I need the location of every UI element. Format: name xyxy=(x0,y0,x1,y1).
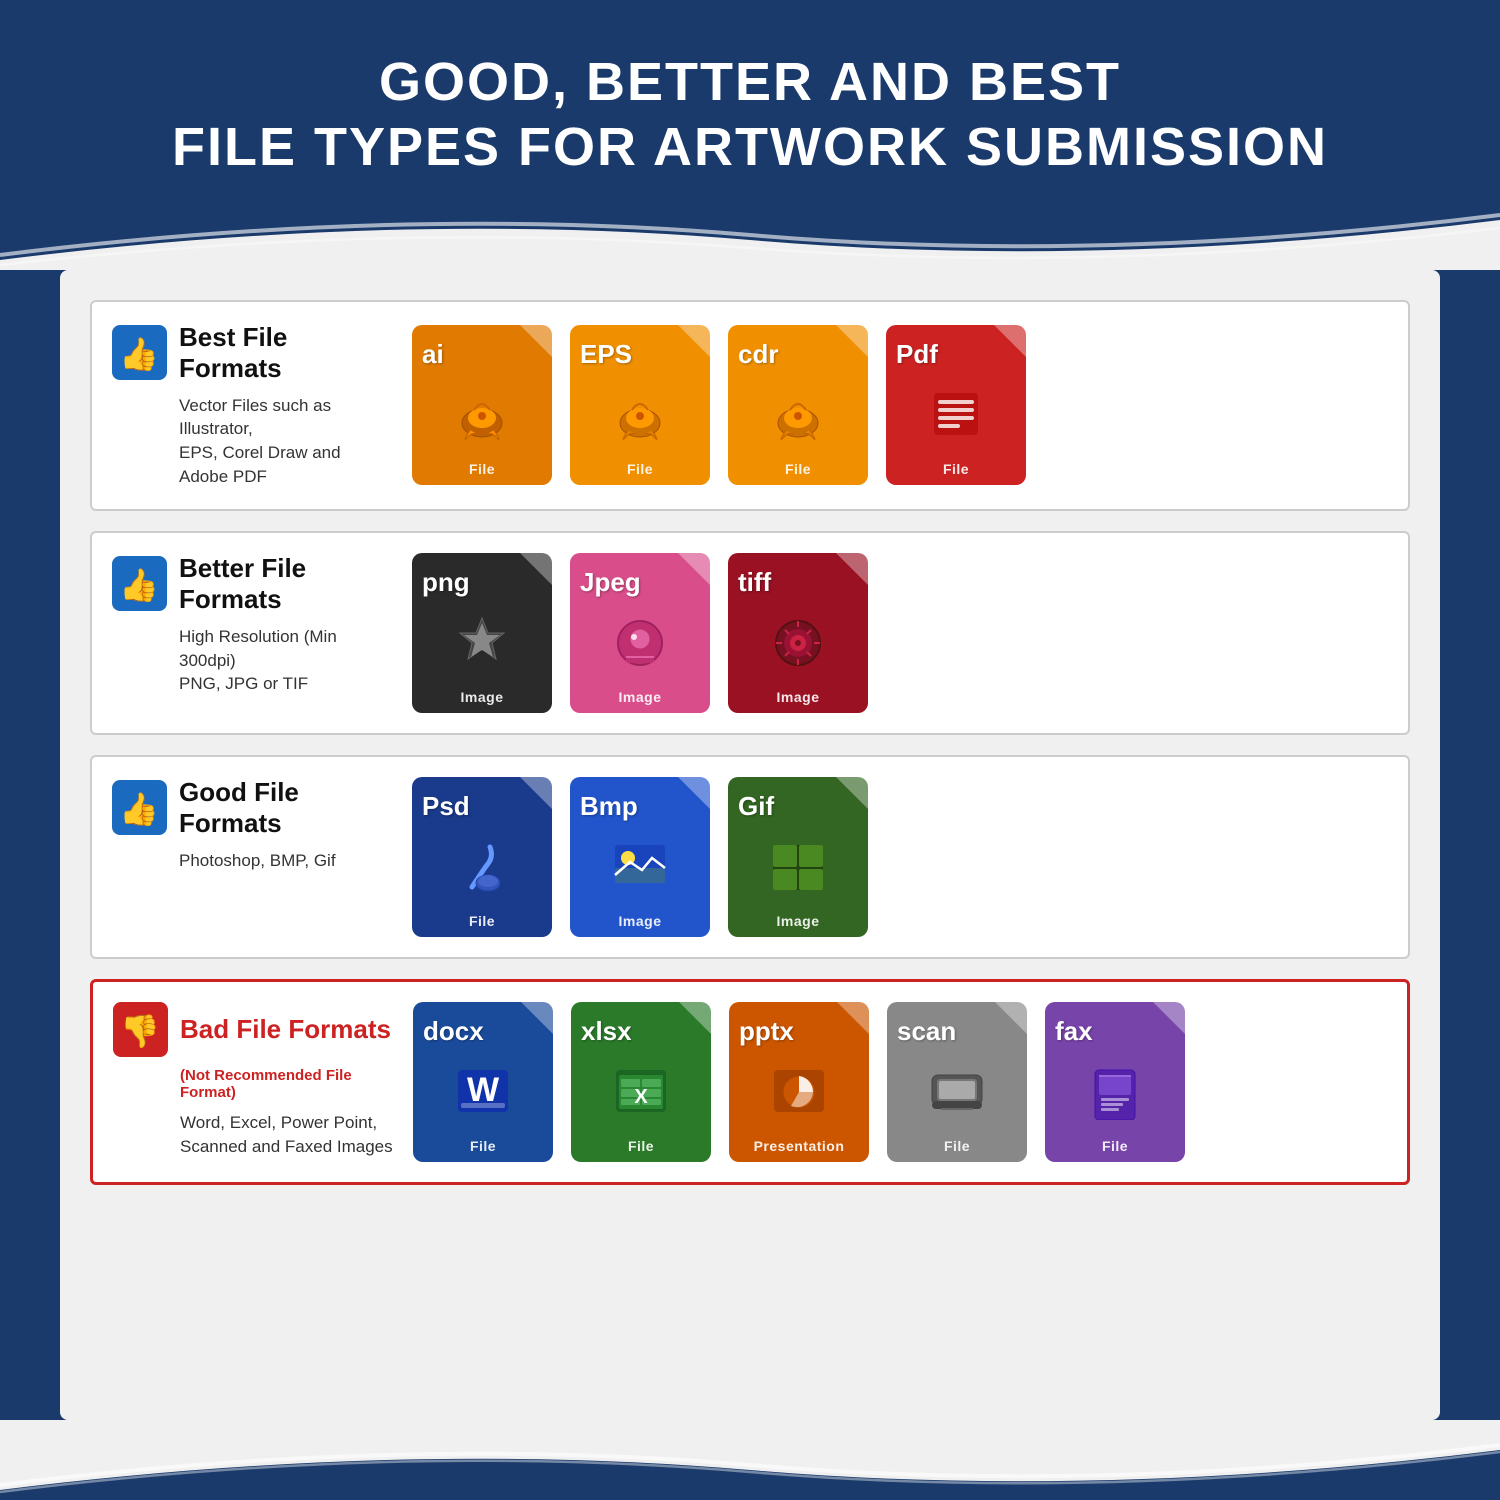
bad-section-row: 👎 Bad File Formats (Not Recommended File… xyxy=(90,979,1410,1185)
xlsx-symbol: X xyxy=(611,1047,671,1138)
scan-symbol xyxy=(927,1047,987,1138)
good-section-row: 👍 Good File Formats Photoshop, BMP, Gif … xyxy=(90,755,1410,959)
best-desc: Vector Files such as Illustrator,EPS, Co… xyxy=(179,394,392,489)
bottom-swoosh xyxy=(0,1420,1500,1500)
file-icon-pptx: pptx Presentation xyxy=(729,1002,869,1162)
cdr-symbol xyxy=(768,370,828,461)
good-label-area: 👍 Good File Formats Photoshop, BMP, Gif xyxy=(112,777,392,937)
ai-symbol xyxy=(452,370,512,461)
file-icon-docx: docx W File xyxy=(413,1002,553,1162)
file-icon-cdr: cdr File xyxy=(728,325,868,485)
thumbs-down-icon-bad: 👎 xyxy=(113,1002,168,1057)
bad-desc: Word, Excel, Power Point,Scanned and Fax… xyxy=(180,1111,393,1159)
svg-text:👍: 👍 xyxy=(119,336,159,372)
best-icons-area: ai File xyxy=(412,322,1388,489)
main-container: GOOD, BETTER AND BEST FILE TYPES FOR ART… xyxy=(0,0,1500,1500)
bad-label-header: 👎 Bad File Formats xyxy=(113,1002,393,1057)
better-icons-area: png Image Jpeg xyxy=(412,553,1388,713)
file-icon-jpeg: Jpeg Image xyxy=(570,553,710,713)
best-label-area: 👍 Best File Formats Vector Files such as… xyxy=(112,322,392,489)
header-line1: GOOD, BETTER AND BEST xyxy=(379,52,1121,112)
file-icon-psd: Psd File xyxy=(412,777,552,937)
file-icon-bmp: Bmp Image xyxy=(570,777,710,937)
content-area: 👍 Best File Formats Vector Files such as… xyxy=(60,270,1440,1420)
file-icon-eps: EPS File xyxy=(570,325,710,485)
psd-symbol xyxy=(452,822,512,913)
tiff-symbol xyxy=(768,598,828,689)
file-icon-gif: Gif Image xyxy=(728,777,868,937)
fax-symbol xyxy=(1085,1047,1145,1138)
better-desc: High Resolution (Min 300dpi)PNG, JPG or … xyxy=(179,625,392,696)
svg-text:👍: 👍 xyxy=(119,791,159,827)
docx-symbol: W xyxy=(453,1047,513,1138)
thumbs-up-icon-good: 👍 xyxy=(112,780,167,835)
thumbs-up-icon-better: 👍 xyxy=(112,556,167,611)
svg-text:👍: 👍 xyxy=(119,567,159,603)
header: GOOD, BETTER AND BEST FILE TYPES FOR ART… xyxy=(0,0,1500,210)
header-line2: FILE TYPES FOR ARTWORK SUBMISSION xyxy=(172,117,1328,177)
better-title: Better File Formats xyxy=(179,553,392,615)
swoosh-top xyxy=(0,210,1500,270)
file-icon-png: png Image xyxy=(412,553,552,713)
bad-title: Bad File Formats xyxy=(180,1014,391,1045)
bad-subtitle: (Not Recommended File Format) xyxy=(180,1067,393,1101)
good-title: Good File Formats xyxy=(179,777,392,839)
header-title: GOOD, BETTER AND BEST FILE TYPES FOR ART… xyxy=(80,50,1420,180)
jpeg-symbol xyxy=(610,598,670,689)
file-icon-ai: ai File xyxy=(412,325,552,485)
gif-symbol xyxy=(768,822,828,913)
png-symbol xyxy=(452,598,512,689)
best-title: Best File Formats xyxy=(179,322,392,384)
better-section-row: 👍 Better File Formats High Resolution (M… xyxy=(90,531,1410,735)
file-icon-scan: scan File xyxy=(887,1002,1027,1162)
best-section-row: 👍 Best File Formats Vector Files such as… xyxy=(90,300,1410,511)
file-icon-fax: fax File xyxy=(1045,1002,1185,1162)
svg-text:👎: 👎 xyxy=(120,1013,160,1049)
bmp-symbol xyxy=(610,822,670,913)
bad-icons-area: docx W File xlsx xyxy=(413,1002,1387,1162)
file-icon-pdf: Pdf File xyxy=(886,325,1026,485)
bad-label-area: 👎 Bad File Formats (Not Recommended File… xyxy=(113,1002,393,1162)
good-label-header: 👍 Good File Formats xyxy=(112,777,392,839)
file-icon-tiff: tiff Image xyxy=(728,553,868,713)
svg-text:X: X xyxy=(634,1086,648,1108)
pdf-symbol xyxy=(926,370,986,461)
eps-symbol xyxy=(610,370,670,461)
file-icon-xlsx: xlsx X F xyxy=(571,1002,711,1162)
pptx-symbol xyxy=(769,1047,829,1138)
thumbs-up-icon-best: 👍 xyxy=(112,325,167,380)
best-label-header: 👍 Best File Formats xyxy=(112,322,392,384)
better-label-header: 👍 Better File Formats xyxy=(112,553,392,615)
better-label-area: 👍 Better File Formats High Resolution (M… xyxy=(112,553,392,713)
good-desc: Photoshop, BMP, Gif xyxy=(179,849,392,873)
good-icons-area: Psd File Bmp xyxy=(412,777,1388,937)
